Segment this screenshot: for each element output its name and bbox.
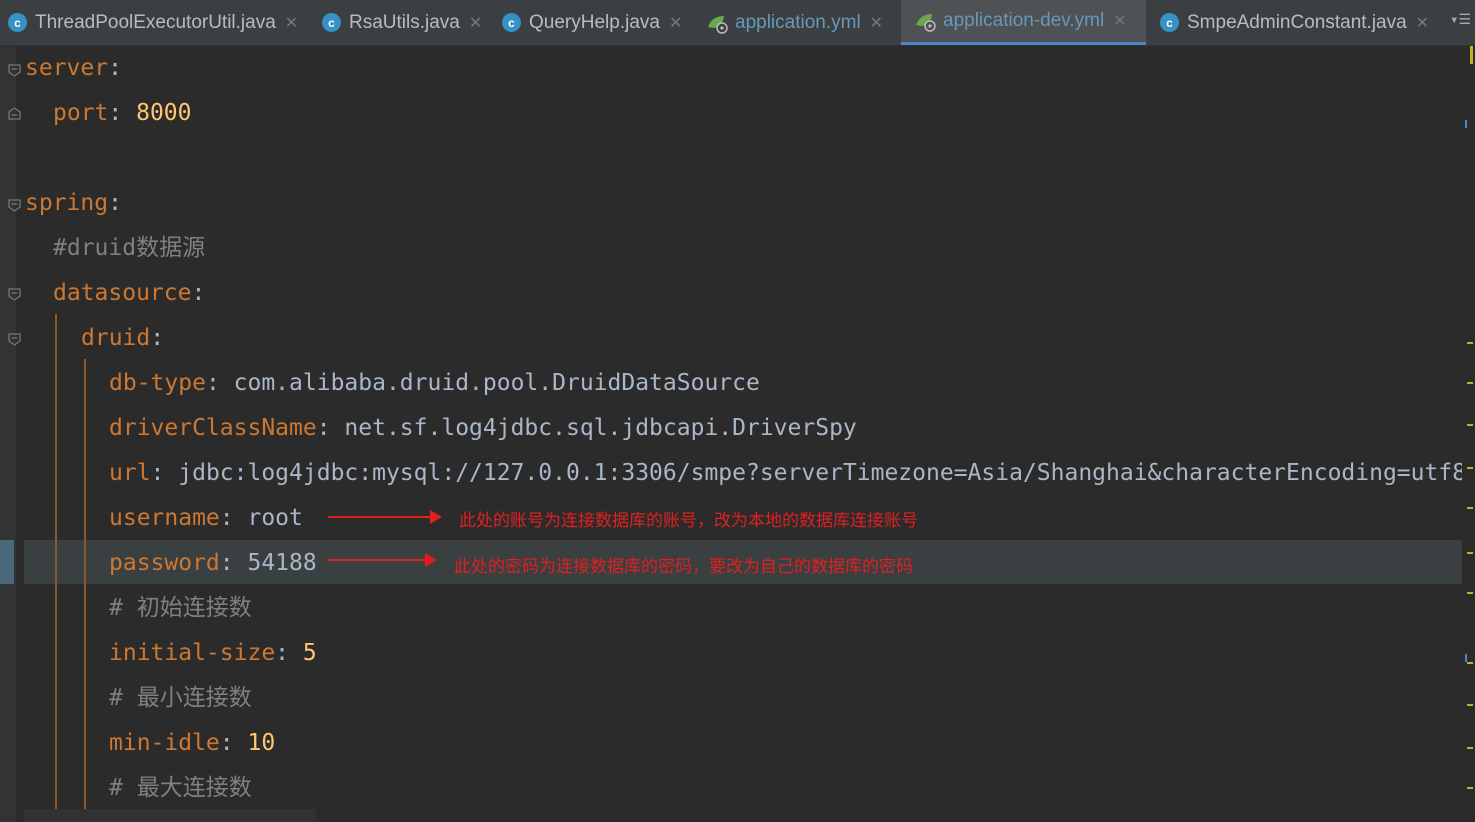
close-icon[interactable]: ✕ <box>285 13 298 33</box>
warning-marker <box>1467 507 1473 509</box>
code-line: #druid数据源 <box>0 226 1475 271</box>
tab-label: RsaUtils.java <box>349 11 460 33</box>
yaml-key: port <box>53 100 109 126</box>
yaml-key: driverClassName <box>109 415 317 441</box>
warning-marker <box>1467 787 1473 789</box>
warning-marker <box>1467 342 1473 344</box>
editor-scrollbar[interactable] <box>1462 46 1475 822</box>
tab-application-yml[interactable]: application.yml ✕ <box>706 0 883 45</box>
yml-icon <box>708 15 728 34</box>
code-line: port: 8000 <box>53 100 192 126</box>
close-icon[interactable]: ✕ <box>469 13 482 33</box>
warning-marker <box>1467 552 1473 554</box>
yaml-value: 5 <box>302 640 317 666</box>
tab-label: QueryHelp.java <box>529 11 660 33</box>
code-line: druid: <box>81 325 165 351</box>
code-line: # 最小连接数 <box>0 676 1475 721</box>
yaml-key: initial-size <box>109 640 276 666</box>
tab-smpeadminconstant[interactable]: c SmpeAdminConstant.java ✕ <box>1160 0 1429 45</box>
code-line: server: <box>25 55 122 81</box>
tab-queryhelp[interactable]: c QueryHelp.java ✕ <box>502 0 682 45</box>
warning-marker <box>1467 424 1473 426</box>
editor-tab-bar: c ThreadPoolExecutorUtil.java ✕ c RsaUti… <box>0 0 1475 46</box>
yaml-value: jdbc:log4jdbc:mysql://127.0.0.1:3306/smp… <box>178 460 1462 486</box>
yaml-key: password <box>109 550 220 576</box>
tab-label: application-dev.yml <box>943 10 1105 31</box>
yaml-comment: # 最小连接数 <box>109 685 252 711</box>
yaml-value: 54188 <box>247 550 317 576</box>
tab-rsautils[interactable]: c RsaUtils.java ✕ <box>322 0 482 45</box>
yaml-comment: # 初始连接数 <box>109 595 252 621</box>
tab-label: ThreadPoolExecutorUtil.java <box>35 11 276 33</box>
code-editor[interactable]: server: port: 8000 spring: #druid数据源 dat… <box>0 46 1475 822</box>
warning-marker <box>1467 592 1473 594</box>
yaml-value: root <box>247 505 303 531</box>
code-line: # 最大连接数 <box>0 766 1475 811</box>
change-marker <box>1465 654 1467 662</box>
class-icon: c <box>502 13 521 32</box>
yml-icon <box>916 14 936 32</box>
password-annotation-arrow <box>327 553 437 567</box>
yaml-value: 8000 <box>136 100 192 126</box>
change-marker <box>1465 120 1467 128</box>
tab-application-dev-yml[interactable]: application-dev.yml ✕ <box>901 0 1146 45</box>
tab-threadpoolexecutorutil[interactable]: c ThreadPoolExecutorUtil.java ✕ <box>8 0 298 45</box>
code-line: initial-size: 5 <box>109 640 317 666</box>
tab-label: application.yml <box>735 11 861 33</box>
code-line: url: jdbc:log4jdbc:mysql://127.0.0.1:330… <box>0 451 1462 496</box>
yaml-key: druid <box>81 325 151 351</box>
yaml-value: 10 <box>247 730 276 756</box>
warning-marker <box>1467 382 1473 384</box>
yaml-key: url <box>109 460 151 486</box>
code-line: datasource: <box>53 280 206 306</box>
yaml-value: net.sf.log4jdbc.sql.jdbcapi.DriverSpy <box>344 415 857 441</box>
yaml-value: com.alibaba.druid.pool.DruidDataSource <box>233 370 760 396</box>
warning-marker <box>1467 467 1473 469</box>
close-icon[interactable]: ✕ <box>1416 13 1429 33</box>
warning-marker <box>1467 704 1473 706</box>
close-icon[interactable]: ✕ <box>1113 11 1126 31</box>
error-stripe-marker <box>1470 46 1473 64</box>
close-icon[interactable]: ✕ <box>870 13 883 33</box>
class-icon: c <box>8 13 27 32</box>
warning-marker <box>1467 662 1473 664</box>
yaml-comment: #druid数据源 <box>53 235 206 261</box>
yaml-key: datasource <box>53 280 192 306</box>
tab-label: SmpeAdminConstant.java <box>1187 11 1407 33</box>
yaml-key: spring <box>25 190 109 216</box>
yaml-comment: # 最大连接数 <box>109 775 252 801</box>
class-icon: c <box>322 13 341 32</box>
selection-block <box>24 809 316 822</box>
username-annotation: 此处的账号为连接数据库的账号，改为本地的数据库连接账号 <box>459 511 918 531</box>
code-line: min-idle: 10 <box>109 730 276 756</box>
username-annotation-arrow <box>328 510 442 524</box>
code-line: driverClassName: net.sf.log4jdbc.sql.jdb… <box>109 415 857 441</box>
yaml-key: username <box>109 505 220 531</box>
yaml-key: server <box>25 55 109 81</box>
class-icon: c <box>1160 13 1179 32</box>
code-line: spring: <box>25 190 122 216</box>
close-icon[interactable]: ✕ <box>669 13 682 33</box>
code-line: db-type: com.alibaba.druid.pool.DruidDat… <box>109 370 760 396</box>
yaml-key: db-type <box>109 370 206 396</box>
password-annotation: 此处的密码为连接数据库的密码，要改为自己的数据库的密码 <box>454 557 913 577</box>
tab-list-menu-icon[interactable]: ▾☰ <box>1450 12 1471 28</box>
yaml-key: min-idle <box>109 730 220 756</box>
warning-marker <box>1467 747 1473 749</box>
code-line: # 初始连接数 <box>0 586 1475 631</box>
